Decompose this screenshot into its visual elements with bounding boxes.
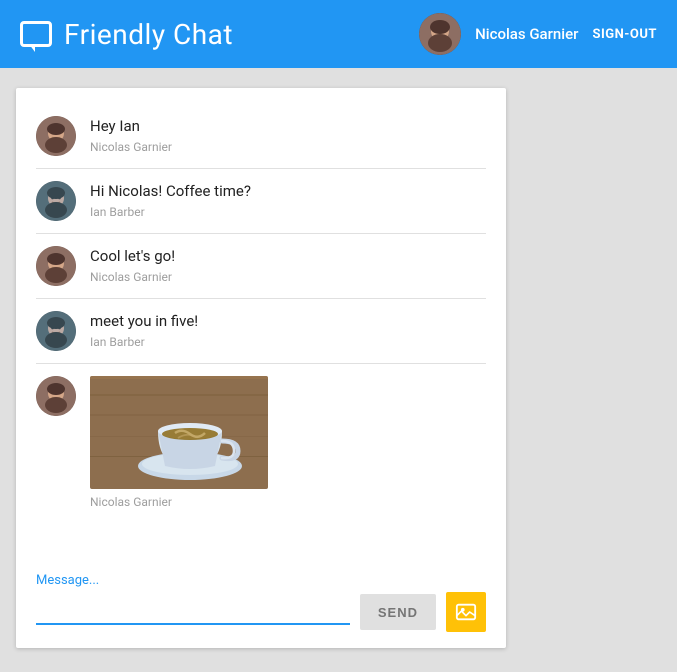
message-content: Cool let's go! Nicolas Garnier bbox=[90, 246, 175, 284]
send-button[interactable]: SEND bbox=[360, 594, 436, 630]
message-avatar bbox=[36, 376, 76, 416]
message-content: meet you in five! Ian Barber bbox=[90, 311, 198, 349]
message-text: Hi Nicolas! Coffee time? bbox=[90, 181, 251, 202]
messages-area: Hey Ian Nicolas Garnier Hi Nicolas! Coffe… bbox=[16, 88, 506, 563]
app-logo-icon bbox=[20, 21, 52, 47]
message-content: Hey Ian Nicolas Garnier bbox=[90, 116, 172, 154]
header-right: Nicolas Garnier SIGN-OUT bbox=[419, 13, 657, 55]
input-area: Message... SEND bbox=[16, 563, 506, 648]
message-input-wrapper bbox=[36, 600, 350, 625]
app-header: Friendly Chat Nicolas Garnier SIGN-OUT bbox=[0, 0, 677, 68]
message-avatar bbox=[36, 116, 76, 156]
input-underline bbox=[36, 623, 350, 625]
chat-card: Hey Ian Nicolas Garnier Hi Nicolas! Coffe… bbox=[16, 88, 506, 648]
message-content: Hi Nicolas! Coffee time? Ian Barber bbox=[90, 181, 251, 219]
input-row: SEND bbox=[36, 592, 486, 632]
message-item: Hey Ian Nicolas Garnier bbox=[36, 104, 486, 169]
image-icon bbox=[455, 601, 477, 623]
message-text: Hey Ian bbox=[90, 116, 172, 137]
message-input[interactable] bbox=[36, 600, 350, 621]
message-sender: Nicolas Garnier bbox=[90, 270, 175, 284]
message-content: Nicolas Garnier bbox=[90, 376, 268, 509]
message-label[interactable]: Message... bbox=[36, 573, 486, 588]
message-sender: Nicolas Garnier bbox=[90, 140, 172, 154]
signout-button[interactable]: SIGN-OUT bbox=[592, 27, 657, 42]
message-sender: Ian Barber bbox=[90, 205, 251, 219]
app-title: Friendly Chat bbox=[64, 18, 233, 51]
message-item: Nicolas Garnier bbox=[36, 364, 486, 521]
main-area: Hey Ian Nicolas Garnier Hi Nicolas! Coffe… bbox=[0, 68, 677, 672]
message-avatar bbox=[36, 311, 76, 351]
message-sender: Ian Barber bbox=[90, 335, 198, 349]
message-sender: Nicolas Garnier bbox=[90, 495, 268, 509]
message-image bbox=[90, 376, 268, 489]
message-item: meet you in five! Ian Barber bbox=[36, 299, 486, 364]
header-username: Nicolas Garnier bbox=[475, 25, 578, 43]
message-avatar bbox=[36, 181, 76, 221]
message-avatar bbox=[36, 246, 76, 286]
message-text: meet you in five! bbox=[90, 311, 198, 332]
message-text: Cool let's go! bbox=[90, 246, 175, 267]
image-upload-button[interactable] bbox=[446, 592, 486, 632]
message-item: Cool let's go! Nicolas Garnier bbox=[36, 234, 486, 299]
header-avatar bbox=[419, 13, 461, 55]
message-item: Hi Nicolas! Coffee time? Ian Barber bbox=[36, 169, 486, 234]
